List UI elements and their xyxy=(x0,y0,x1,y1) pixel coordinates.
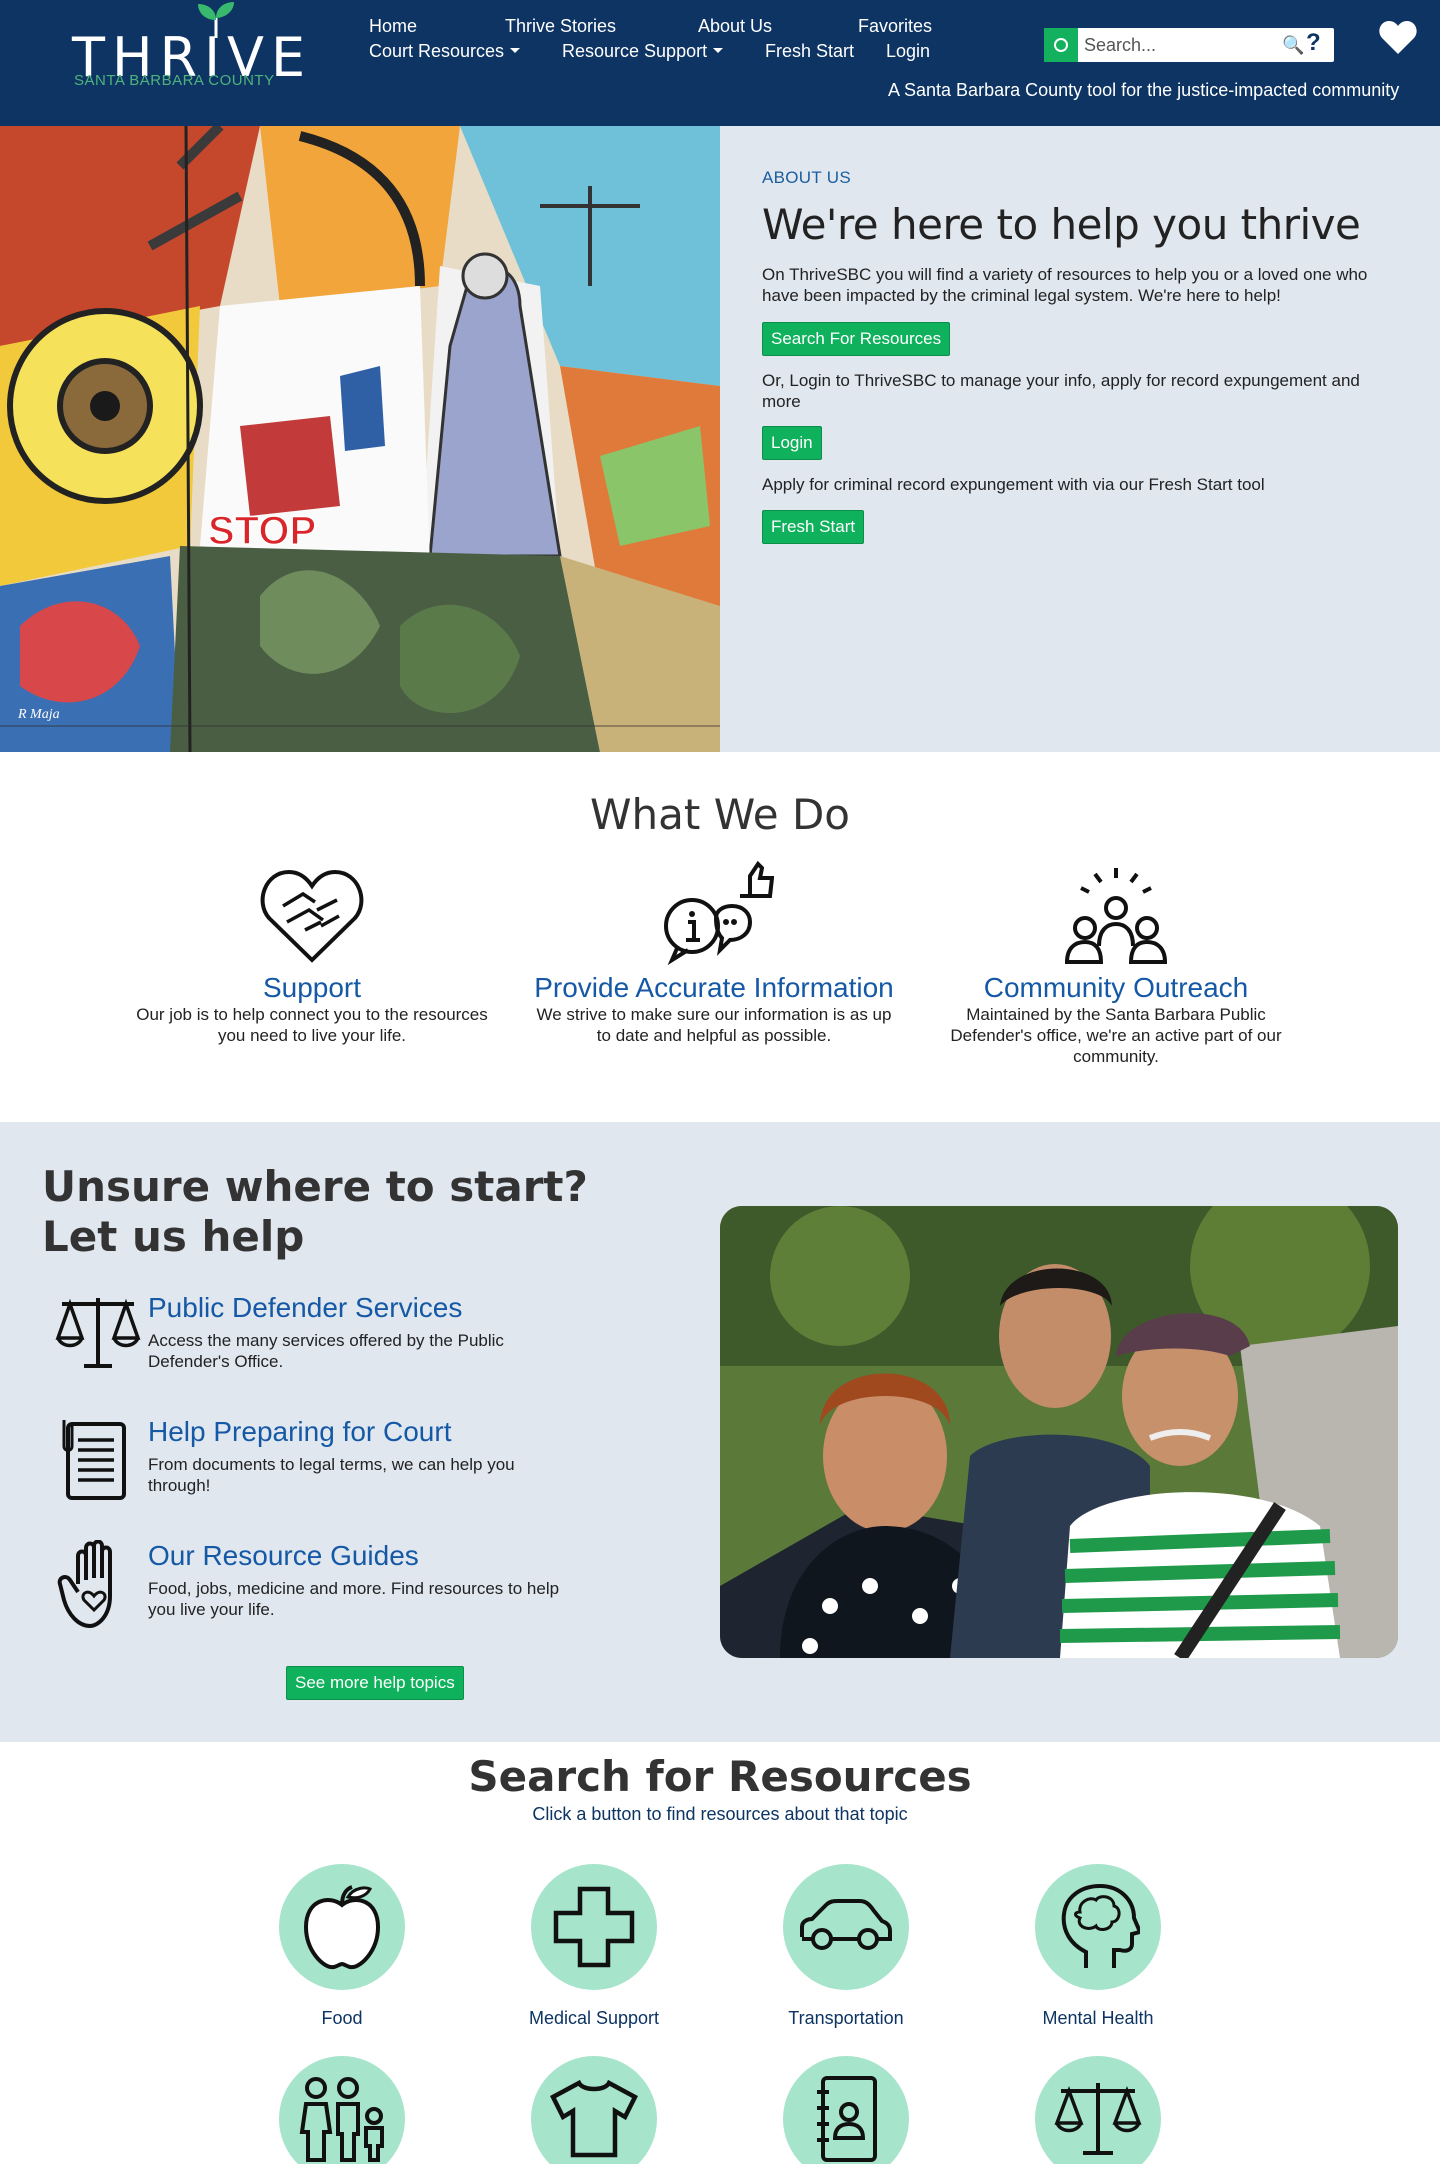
support-text: Our job is to help connect you to the re… xyxy=(136,1005,488,1045)
favorites-heart-icon[interactable] xyxy=(1378,20,1418,56)
medical-cross-icon xyxy=(553,1886,635,1968)
resource-guides-heading: Our Resource Guides xyxy=(148,1540,419,1571)
nav-court-resources-label: Court Resources xyxy=(369,41,505,61)
apple-icon xyxy=(303,1885,381,1970)
community-text: Maintained by the Santa Barbara Public D… xyxy=(950,1005,1282,1066)
fresh-start-button[interactable]: Fresh Start xyxy=(762,510,865,544)
nav-home[interactable]: Home xyxy=(369,16,417,37)
resource-circle xyxy=(1035,1864,1161,1990)
what-we-do-information: Provide Accurate Information We strive t… xyxy=(524,860,904,1046)
community-heading: Community Outreach xyxy=(983,972,1249,1003)
resource-food-label: Food xyxy=(321,2008,363,2028)
resource-contacts-button[interactable] xyxy=(746,2056,946,2164)
login-button[interactable]: Login xyxy=(762,426,822,460)
mural-stop-text: STOP xyxy=(208,509,316,553)
search-icon[interactable]: 🔍 xyxy=(1282,35,1304,56)
leaf-icon xyxy=(198,2,234,38)
public-defender-text: Access the many services offered by the … xyxy=(148,1331,504,1371)
resource-transportation-button[interactable]: Transportation xyxy=(746,1864,946,2029)
what-we-do-community: Community Outreach Maintained by the San… xyxy=(926,860,1306,1067)
nav-about-us[interactable]: About Us xyxy=(698,16,772,37)
logo-subtitle: SANTA BARBARA COUNTY xyxy=(74,72,275,89)
support-heading: Support xyxy=(262,972,362,1003)
resource-transportation-label: Transportation xyxy=(788,2008,904,2028)
public-defender-heading: Public Defender Services xyxy=(148,1292,463,1323)
search-box: 🔍 ? xyxy=(1044,28,1334,62)
nav-resource-support[interactable]: Resource Support xyxy=(562,41,723,62)
thrive-logo[interactable]: THRIVE SANTA BARBARA COUNTY xyxy=(72,2,305,92)
resource-food-button[interactable]: Food xyxy=(242,1864,442,2029)
scales-icon xyxy=(55,1298,141,1368)
mural-artwork: STOP R Maja xyxy=(0,126,720,752)
info-thumbs-up-icon xyxy=(664,860,774,966)
about-title: We're here to help you thrive xyxy=(762,200,1361,249)
see-more-help-topics-button[interactable]: See more help topics xyxy=(286,1666,464,1700)
help-icon[interactable]: ? xyxy=(1306,29,1321,57)
court-prep-text: From documents to legal terms, we can he… xyxy=(148,1455,515,1495)
brain-head-icon xyxy=(1061,1883,1140,1968)
search-resources-button[interactable]: Search For Resources xyxy=(762,322,951,356)
resource-mental-health-label: Mental Health xyxy=(1042,2008,1154,2028)
community-people-icon xyxy=(1064,868,1168,964)
resource-circle xyxy=(783,1864,909,1990)
nav-login[interactable]: Login xyxy=(886,41,930,62)
resource-guides-text: Food, jobs, medicine and more. Find reso… xyxy=(148,1579,560,1619)
scales-icon xyxy=(1054,2083,1142,2155)
car-icon xyxy=(800,1899,892,1950)
nav-thrive-stories[interactable]: Thrive Stories xyxy=(505,16,616,37)
resource-medical-button[interactable]: Medical Support xyxy=(494,1864,694,2029)
about-login-text: Or, Login to ThriveSBC to manage your in… xyxy=(762,371,1360,411)
document-icon xyxy=(62,1420,126,1500)
mural-signature: R Maja xyxy=(17,707,60,722)
family-icon xyxy=(299,2077,384,2162)
help-topics-title: Unsure where to start? Let us help xyxy=(42,1162,588,1262)
shirt-icon xyxy=(550,2079,638,2158)
resource-legal-button[interactable] xyxy=(998,2056,1198,2164)
resource-circle xyxy=(531,1864,657,1990)
site-tagline: A Santa Barbara County tool for the just… xyxy=(888,80,1400,100)
resource-circle xyxy=(783,2056,909,2164)
resource-family-button[interactable] xyxy=(242,2056,442,2164)
site-header: THRIVE SANTA BARBARA COUNTY Home Thrive … xyxy=(0,0,1440,126)
help-topics-title-line2: Let us help xyxy=(42,1212,305,1261)
about-fresh-start-text: Apply for criminal record expungement wi… xyxy=(762,475,1265,494)
hero-mural-image: STOP R Maja xyxy=(0,126,720,752)
help-topics-title-line1: Unsure where to start? xyxy=(42,1162,588,1211)
family-photo-image xyxy=(720,1206,1398,1658)
resource-medical-label: Medical Support xyxy=(528,2008,660,2028)
search-resources-subtitle: Click a button to find resources about t… xyxy=(532,1804,908,1824)
information-text: We strive to make sure our information i… xyxy=(536,1005,892,1045)
court-prep-heading: Help Preparing for Court xyxy=(148,1416,452,1447)
resource-clothing-button[interactable] xyxy=(494,2056,694,2164)
nav-resource-support-label: Resource Support xyxy=(562,41,708,61)
hand-heart-icon xyxy=(57,1540,112,1629)
resource-mental-health-button[interactable]: Mental Health xyxy=(998,1864,1198,2029)
about-intro-text: On ThriveSBC you will find a variety of … xyxy=(762,265,1368,305)
resource-circle xyxy=(531,2056,657,2164)
heart-hands-icon xyxy=(260,869,364,963)
resource-circle xyxy=(279,2056,405,2164)
what-we-do-title: What We Do xyxy=(590,790,850,839)
about-panel: ABOUT US We're here to help you thrive O… xyxy=(720,126,1440,752)
nav-fresh-start[interactable]: Fresh Start xyxy=(765,41,854,62)
what-we-do-support: Support Our job is to help connect you t… xyxy=(122,860,502,1046)
resource-circle xyxy=(279,1864,405,1990)
resource-circle xyxy=(1035,2056,1161,2164)
nav-court-resources[interactable]: Court Resources xyxy=(369,41,520,62)
address-book-icon xyxy=(817,2076,877,2162)
search-go-button[interactable] xyxy=(1044,28,1078,62)
about-eyebrow: ABOUT US xyxy=(762,168,851,187)
information-heading: Provide Accurate Information xyxy=(534,972,894,1003)
search-resources-title: Search for Resources xyxy=(468,1752,972,1801)
search-input[interactable] xyxy=(1084,31,1284,59)
nav-favorites[interactable]: Favorites xyxy=(858,16,932,37)
family-photo xyxy=(720,1206,1398,1658)
